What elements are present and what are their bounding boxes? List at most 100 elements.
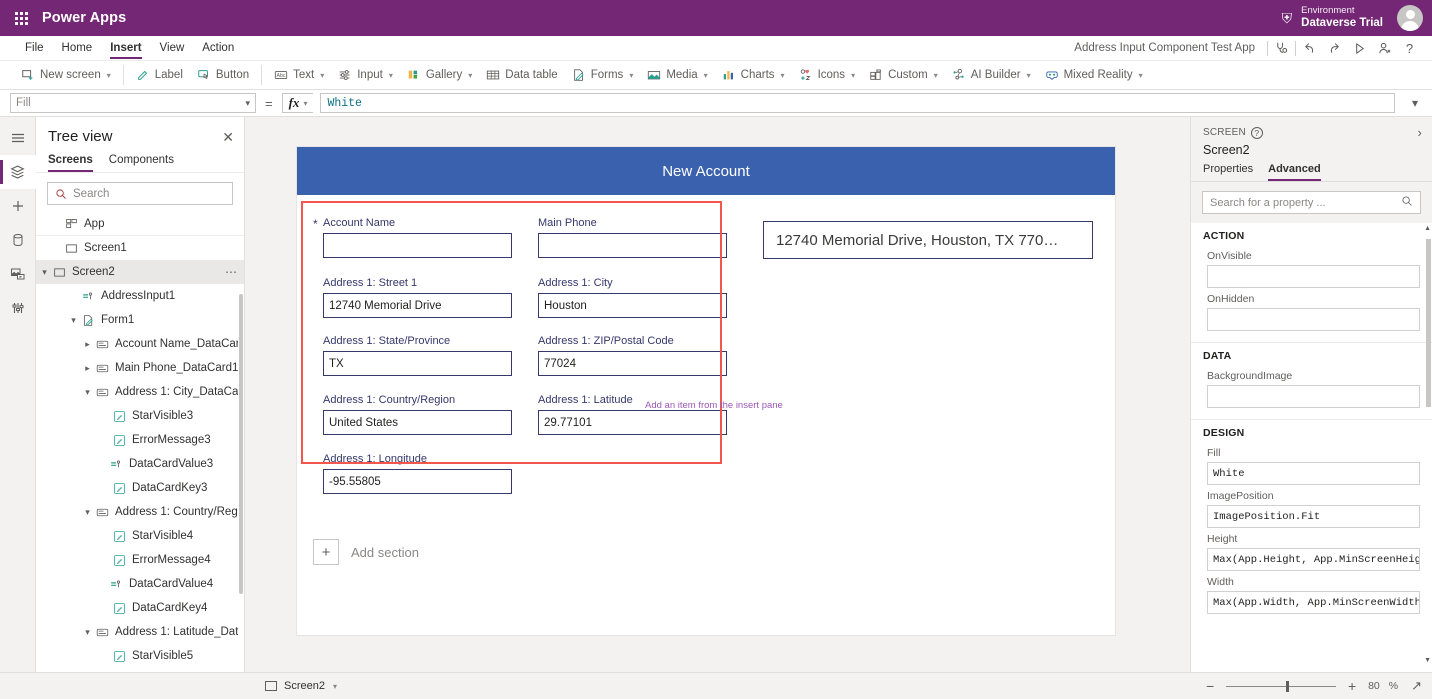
- tree-node-datacardvalue3[interactable]: DataCardValue3: [36, 452, 244, 476]
- tree-node-account-name-datacard1[interactable]: ▸ Account Name_DataCard1: [36, 332, 244, 356]
- property-value[interactable]: [1207, 385, 1420, 408]
- property-value[interactable]: [1207, 308, 1420, 331]
- tree-node-starvisible5[interactable]: StarVisible5: [36, 644, 244, 668]
- ribbon-custom[interactable]: Custom ▾: [862, 61, 945, 89]
- insert-icon[interactable]: [0, 189, 36, 223]
- help-icon[interactable]: ?: [1397, 36, 1422, 61]
- scrollbar-thumb[interactable]: [1426, 239, 1431, 407]
- address-input-component[interactable]: 12740 Memorial Drive, Houston, TX 770…: [763, 221, 1093, 259]
- menu-item-file[interactable]: File: [16, 36, 53, 60]
- tree-node-address-latitude-datacard1[interactable]: ▾ Address 1: Latitude_DataCard1: [36, 620, 244, 644]
- plus-icon[interactable]: +: [313, 539, 339, 565]
- tree-node-errormessage4[interactable]: ErrorMessage4: [36, 548, 244, 572]
- field-input[interactable]: -95.55805: [323, 469, 512, 494]
- properties-body[interactable]: ACTION OnVisible OnHidden DATA Backgroun…: [1191, 223, 1432, 672]
- property-width[interactable]: Width Max(App.Width, App.MinScreenWidth): [1203, 573, 1420, 616]
- tree-view-icon[interactable]: [0, 155, 36, 189]
- property-backgroundimage[interactable]: BackgroundImage: [1203, 367, 1420, 410]
- tree-node-screen2[interactable]: ▾ Screen2 ⋯: [36, 260, 244, 284]
- chevron-down-icon[interactable]: ▾: [81, 507, 94, 518]
- app-checker-icon[interactable]: [1269, 36, 1294, 61]
- chevron-right-icon[interactable]: ▸: [81, 363, 94, 374]
- tree-node-form1[interactable]: ▾ Form1: [36, 308, 244, 332]
- hamburger-menu-icon[interactable]: [0, 121, 36, 155]
- tree-node-starvisible4[interactable]: StarVisible4: [36, 524, 244, 548]
- tree-node-address-city-datacard1[interactable]: ▾ Address 1: City_DataCard1: [36, 380, 244, 404]
- ribbon-input[interactable]: Input ▾: [331, 61, 400, 89]
- ribbon-forms[interactable]: Forms ▾: [565, 61, 641, 89]
- ribbon-text[interactable]: Abc Text ▾: [267, 61, 331, 89]
- chevron-down-icon[interactable]: ▾: [38, 267, 51, 278]
- formula-input[interactable]: White: [320, 93, 1395, 113]
- help-circle-icon[interactable]: ?: [1251, 127, 1263, 139]
- chevron-down-icon[interactable]: ▾: [67, 315, 80, 326]
- property-value[interactable]: Max(App.Height, App.MinScreenHeight): [1207, 548, 1420, 571]
- tab-advanced[interactable]: Advanced: [1268, 163, 1321, 181]
- chevron-right-icon[interactable]: ›: [1417, 125, 1422, 140]
- ribbon-mixed-reality[interactable]: Mixed Reality ▾: [1038, 61, 1150, 89]
- tree-node-errormessage3[interactable]: ErrorMessage3: [36, 428, 244, 452]
- ribbon-label[interactable]: Label: [129, 61, 190, 89]
- property-value[interactable]: ImagePosition.Fit: [1207, 505, 1420, 528]
- status-screen-selector[interactable]: Screen2 ▾: [10, 680, 337, 692]
- minus-icon[interactable]: −: [1203, 679, 1217, 693]
- zoom-slider-thumb[interactable]: [1286, 681, 1289, 692]
- scroll-up-icon[interactable]: ▲: [1424, 225, 1431, 232]
- close-icon[interactable]: ✕: [222, 130, 234, 144]
- more-options-icon[interactable]: ⋯: [225, 266, 238, 278]
- menu-item-view[interactable]: View: [151, 36, 194, 60]
- property-imageposition[interactable]: ImagePosition ImagePosition.Fit: [1203, 487, 1420, 530]
- ribbon-new-screen[interactable]: New screen ▾: [14, 61, 118, 89]
- data-icon[interactable]: [0, 223, 36, 257]
- tab-properties[interactable]: Properties: [1203, 163, 1253, 181]
- menu-item-insert[interactable]: Insert: [101, 36, 150, 60]
- add-section-control[interactable]: + Add section: [313, 539, 419, 565]
- property-value[interactable]: Max(App.Width, App.MinScreenWidth): [1207, 591, 1420, 614]
- chevron-down-icon[interactable]: ▾: [333, 682, 337, 691]
- chevron-right-icon[interactable]: ▸: [81, 339, 94, 350]
- tree-node-app[interactable]: App: [36, 212, 244, 236]
- ribbon-icons[interactable]: Icons ▾: [792, 61, 863, 89]
- ribbon-gallery[interactable]: Gallery ▾: [400, 61, 479, 89]
- form-title-bar[interactable]: New Account: [297, 147, 1115, 195]
- undo-icon[interactable]: [1297, 36, 1322, 61]
- app-launcher-icon[interactable]: [0, 0, 42, 36]
- tree-node-errormessage5[interactable]: ErrorMessage5: [36, 668, 244, 672]
- property-height[interactable]: Height Max(App.Height, App.MinScreenHeig…: [1203, 530, 1420, 573]
- property-fill[interactable]: Fill White: [1203, 444, 1420, 487]
- menu-item-home[interactable]: Home: [53, 36, 102, 60]
- property-value[interactable]: White: [1207, 462, 1420, 485]
- formula-expand-icon[interactable]: ▾: [1402, 96, 1428, 110]
- chevron-down-icon[interactable]: ▾: [81, 387, 94, 398]
- tree-node-starvisible3[interactable]: StarVisible3: [36, 404, 244, 428]
- tree-node-addressinput1[interactable]: AddressInput1: [36, 284, 244, 308]
- tree-node-main-phone-datacard1[interactable]: ▸ Main Phone_DataCard1: [36, 356, 244, 380]
- zoom-slider[interactable]: [1226, 686, 1336, 687]
- scroll-down-icon[interactable]: ▼: [1424, 657, 1431, 664]
- tree-node-datacardkey4[interactable]: DataCardKey4: [36, 596, 244, 620]
- ribbon-ai-builder[interactable]: AI Builder ▾: [945, 61, 1038, 89]
- ribbon-button[interactable]: Button: [190, 61, 256, 89]
- property-value[interactable]: [1207, 265, 1420, 288]
- properties-scrollbar[interactable]: ▲ ▼: [1426, 225, 1431, 632]
- chevron-down-icon[interactable]: ▾: [81, 627, 94, 638]
- property-search-input[interactable]: Search for a property ...: [1202, 191, 1421, 214]
- ribbon-media[interactable]: Media ▾: [640, 61, 714, 89]
- tree-node-address-country-datacard1[interactable]: ▾ Address 1: Country/Region_DataCard: [36, 500, 244, 524]
- tree-node-screen1[interactable]: Screen1: [36, 236, 244, 260]
- ribbon-charts[interactable]: Charts ▾: [715, 61, 792, 89]
- menu-item-action[interactable]: Action: [193, 36, 243, 60]
- tab-components[interactable]: Components: [109, 151, 174, 172]
- preview-icon[interactable]: [1347, 36, 1372, 61]
- tree-node-datacardvalue4[interactable]: DataCardValue4: [36, 572, 244, 596]
- share-icon[interactable]: [1372, 36, 1397, 61]
- media-library-icon[interactable]: [0, 257, 36, 291]
- expand-icon[interactable]: ↗: [1411, 678, 1422, 694]
- tree-search-input[interactable]: Search: [47, 182, 233, 205]
- fx-button[interactable]: fx ▾: [282, 93, 314, 113]
- redo-icon[interactable]: [1322, 36, 1347, 61]
- environment-selector[interactable]: ⛨ Environment Dataverse Trial: [1282, 6, 1397, 30]
- property-onvisible[interactable]: OnVisible: [1203, 247, 1420, 290]
- screen-canvas[interactable]: New Account * Account Name Main Phone: [297, 147, 1115, 635]
- tree-node-datacardkey3[interactable]: DataCardKey3: [36, 476, 244, 500]
